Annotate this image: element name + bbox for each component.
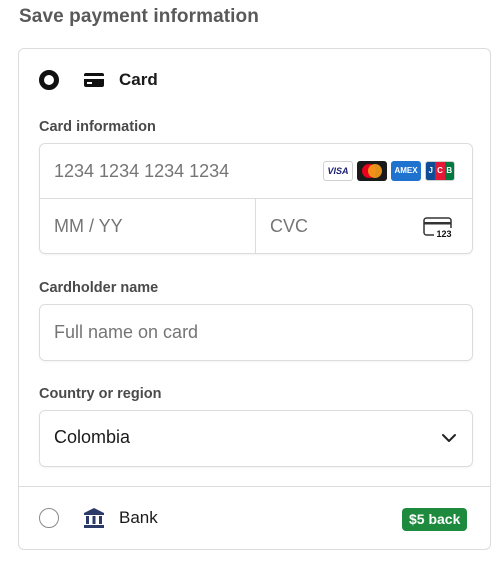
credit-card-icon bbox=[84, 73, 104, 87]
amex-icon: AMEX bbox=[391, 161, 421, 181]
bank-label: Bank bbox=[119, 508, 158, 527]
payment-option-card[interactable]: Card bbox=[19, 49, 490, 113]
cvc-icon: 123 bbox=[423, 217, 454, 239]
visa-icon: VISA bbox=[323, 161, 353, 181]
expiry-input[interactable]: MM / YY bbox=[40, 199, 255, 253]
card-brands: VISA AMEX J C B bbox=[323, 161, 455, 181]
country-label: Country or region bbox=[39, 386, 162, 402]
cardholder-name-input[interactable]: Full name on card bbox=[39, 304, 473, 361]
cvc-input[interactable]: CVC 123 bbox=[256, 199, 472, 253]
country-select[interactable]: Colombia bbox=[39, 410, 473, 467]
card-number-placeholder: 1234 1234 1234 1234 bbox=[54, 161, 230, 181]
cashback-badge: $5 back bbox=[402, 508, 468, 531]
cvc-placeholder: CVC bbox=[270, 216, 309, 236]
card-number-input[interactable]: 1234 1234 1234 1234 VISA AMEX J C B bbox=[40, 144, 472, 198]
chevron-down-icon bbox=[442, 434, 456, 442]
page-title: Save payment information bbox=[19, 6, 259, 27]
bank-icon bbox=[84, 508, 104, 528]
mastercard-icon bbox=[357, 161, 387, 181]
cardholder-name-label: Cardholder name bbox=[39, 280, 159, 296]
card-information-group: 1234 1234 1234 1234 VISA AMEX J C B MM /… bbox=[39, 143, 473, 254]
card-label: Card bbox=[119, 70, 158, 89]
expiry-placeholder: MM / YY bbox=[54, 216, 123, 236]
cardholder-name-placeholder: Full name on card bbox=[54, 322, 199, 342]
svg-text:123: 123 bbox=[436, 229, 451, 239]
country-value: Colombia bbox=[54, 427, 131, 447]
jcb-icon: J C B bbox=[425, 161, 455, 181]
payment-method-panel: Card Card information 1234 1234 1234 123… bbox=[18, 48, 491, 550]
card-information-label: Card information bbox=[39, 119, 156, 135]
bank-radio[interactable] bbox=[39, 508, 59, 528]
card-radio[interactable] bbox=[39, 70, 59, 90]
